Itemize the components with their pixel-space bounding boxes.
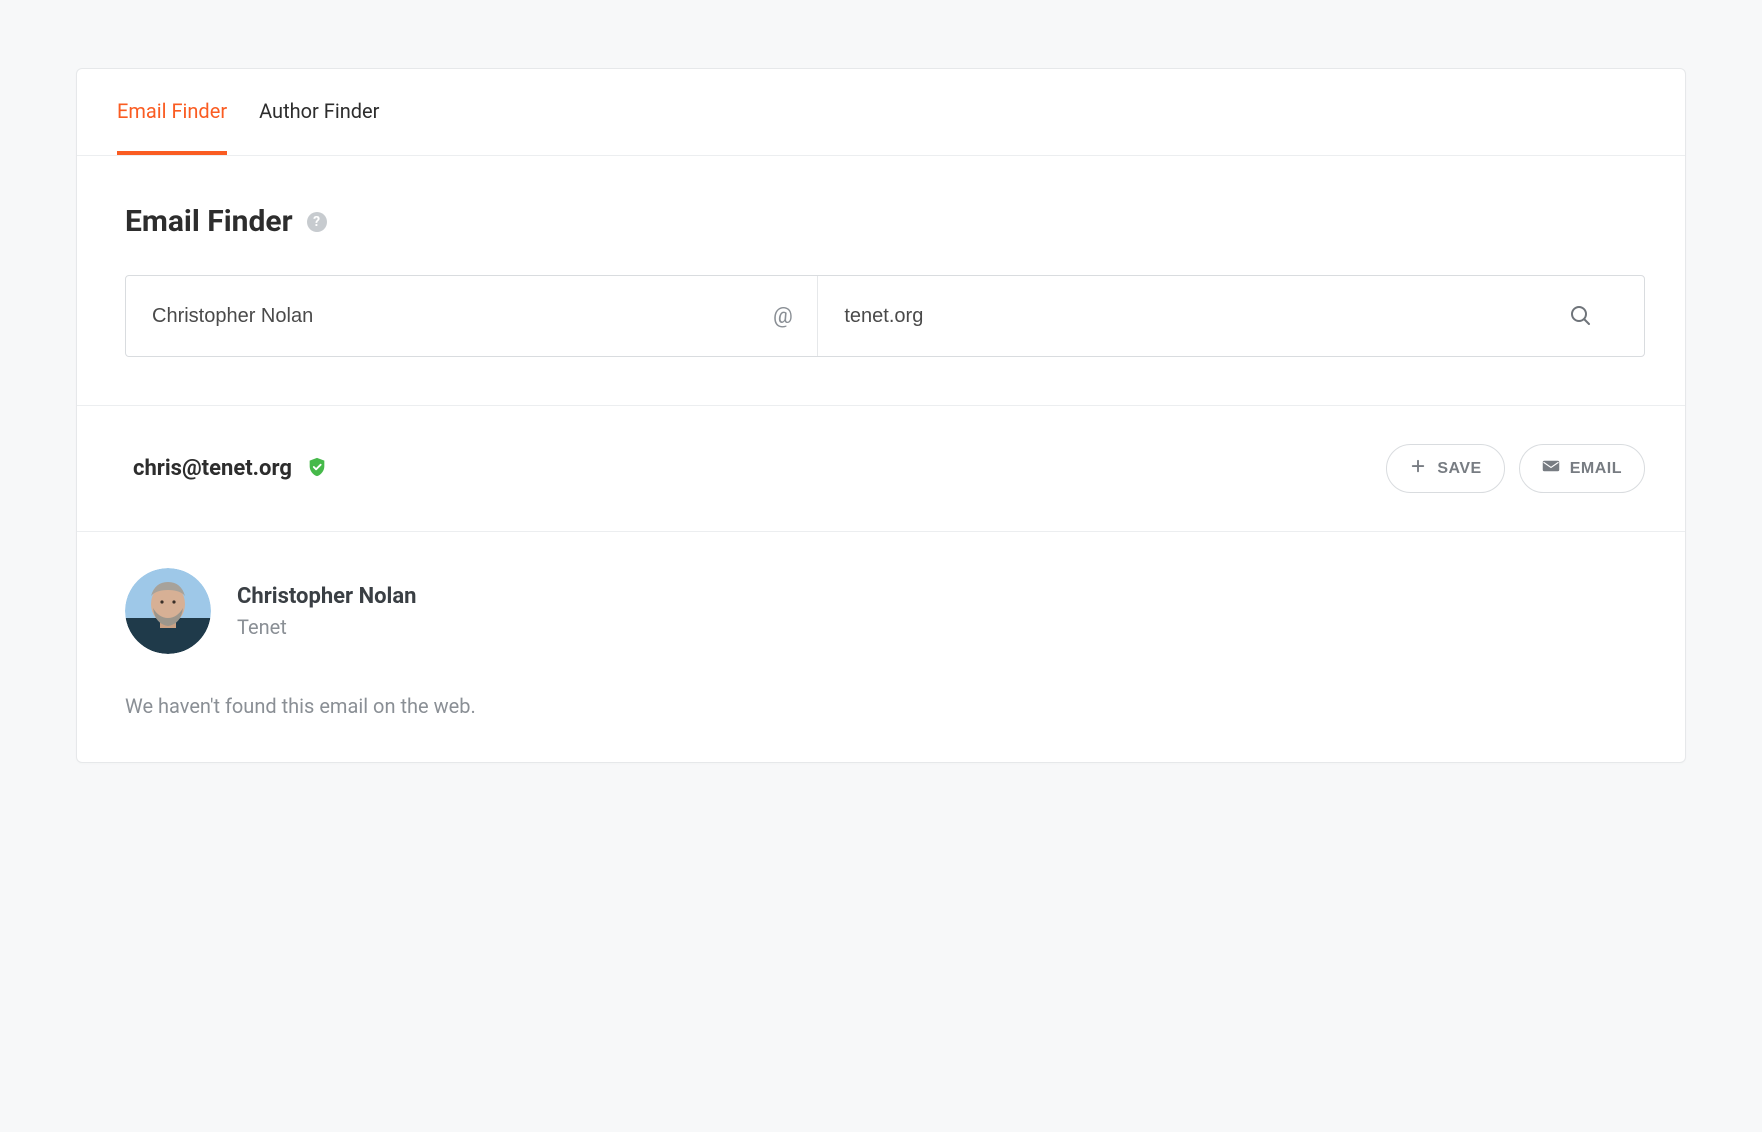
page-title: Email Finder xyxy=(125,204,293,239)
not-found-note: We haven't found this email on the web. xyxy=(125,694,1645,718)
domain-input[interactable] xyxy=(818,276,1516,356)
verified-shield-icon xyxy=(306,456,328,482)
save-button[interactable]: SAVE xyxy=(1386,444,1504,493)
result-email-block: chris@tenet.org xyxy=(133,456,328,482)
result-actions: SAVE EMAIL xyxy=(1386,444,1645,493)
person-text: Christopher Nolan Tenet xyxy=(237,584,416,639)
email-button[interactable]: EMAIL xyxy=(1519,444,1645,493)
email-button-label: EMAIL xyxy=(1570,460,1622,478)
search-button[interactable] xyxy=(1516,276,1644,356)
person-section: Christopher Nolan Tenet We haven't found… xyxy=(77,532,1685,762)
search-input-group: @ xyxy=(125,275,1645,357)
tab-email-finder[interactable]: Email Finder xyxy=(117,69,227,155)
plus-icon xyxy=(1409,457,1427,480)
result-email: chris@tenet.org xyxy=(133,456,292,481)
envelope-icon xyxy=(1542,457,1560,480)
person-row: Christopher Nolan Tenet xyxy=(125,568,1645,654)
person-name: Christopher Nolan xyxy=(237,584,416,609)
search-icon xyxy=(1568,303,1592,330)
save-button-label: SAVE xyxy=(1437,460,1481,478)
email-finder-card: Email Finder Author Finder Email Finder … xyxy=(76,68,1686,763)
avatar xyxy=(125,568,211,654)
at-separator: @ xyxy=(748,276,818,356)
result-row: chris@tenet.org SAVE xyxy=(77,406,1685,532)
search-section: Email Finder ? @ xyxy=(77,156,1685,406)
person-company: Tenet xyxy=(237,615,416,639)
full-name-input[interactable] xyxy=(126,276,748,356)
tabs: Email Finder Author Finder xyxy=(77,69,1685,156)
help-icon[interactable]: ? xyxy=(307,212,327,232)
heading-row: Email Finder ? xyxy=(125,204,1645,239)
tab-author-finder[interactable]: Author Finder xyxy=(259,69,379,155)
